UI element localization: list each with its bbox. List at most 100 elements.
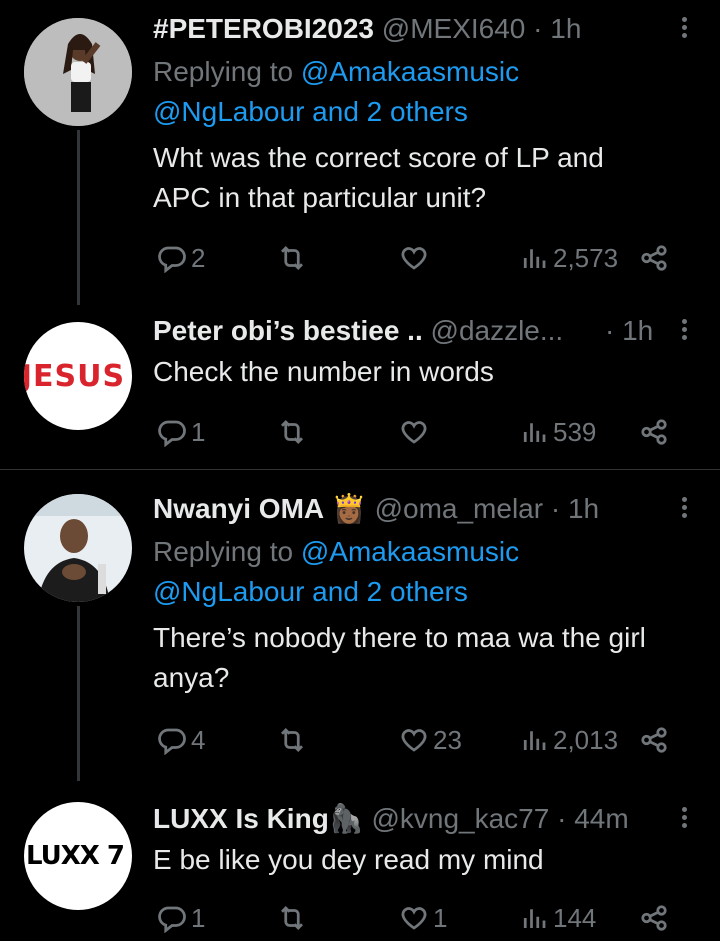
retweet-icon (277, 903, 307, 933)
reply-icon (157, 725, 187, 755)
action-bar: 2 2,573 (153, 238, 693, 278)
heart-icon (399, 243, 429, 273)
display-name[interactable]: LUXX Is King (153, 803, 329, 834)
reply-icon (157, 903, 187, 933)
display-name[interactable]: Peter obi’s bestiee .. (153, 315, 423, 346)
reply-icon (157, 417, 187, 447)
share-button[interactable] (639, 720, 669, 760)
tweet-text: E be like you dey read my mind (153, 840, 700, 880)
tweet-header: #PETEROBI2023 @MEXI640 · 1h (153, 12, 700, 46)
display-name[interactable]: Nwanyi OMA (153, 493, 324, 524)
more-options-icon[interactable] (674, 316, 694, 346)
views-icon (519, 243, 549, 273)
tweet-text-line: Wht was the correct score of LP and (153, 142, 604, 173)
mention-link[interactable]: @Amakaasmusic (301, 56, 519, 87)
thread-line (77, 606, 80, 781)
action-bar: 1 539 (153, 412, 693, 452)
action-bar: 4 23 2,013 (153, 720, 693, 760)
views-icon (519, 725, 549, 755)
reply-button[interactable]: 1 (157, 898, 205, 938)
mention-link[interactable]: @NgLabour and 2 others (153, 96, 468, 127)
retweet-icon (277, 417, 307, 447)
tweet-header: Peter obi’s bestiee .. @dazzle... · 1h (153, 314, 700, 348)
retweet-button[interactable] (277, 412, 311, 452)
reply-button[interactable]: 1 (157, 412, 205, 452)
retweet-button[interactable] (277, 238, 311, 278)
action-bar: 1 1 144 (153, 898, 693, 938)
reply-button[interactable]: 4 (157, 720, 205, 760)
like-button[interactable]: 1 (399, 898, 447, 938)
retweet-button[interactable] (277, 898, 311, 938)
mention-link[interactable]: @Amakaasmusic (301, 536, 519, 567)
tweet-text-line: Check the number in words (153, 356, 494, 387)
views-icon (519, 903, 549, 933)
like-button[interactable]: 23 (399, 720, 462, 760)
handle[interactable]: @dazzle... (431, 315, 564, 346)
view-count: 2,013 (553, 724, 619, 755)
reply-icon (157, 243, 187, 273)
handle[interactable]: @oma_melar (375, 493, 543, 524)
reply-count: 4 (191, 724, 206, 755)
tweet-header: LUXX Is King🦍 @kvng_kac77 · 44m (153, 802, 700, 836)
share-button[interactable] (639, 412, 669, 452)
more-options-icon[interactable] (674, 804, 694, 834)
tweet-4[interactable]: LUXX 7 LUXX Is King🦍 @kvng_kac77 · 44m E… (0, 780, 720, 941)
handle[interactable]: @kvng_kac77 (371, 803, 549, 834)
mention-link[interactable]: @NgLabour and 2 others (153, 576, 468, 607)
view-count: 539 (553, 416, 597, 447)
timestamp[interactable]: · 1h (605, 314, 653, 348)
avatar[interactable] (24, 494, 132, 602)
display-name[interactable]: #PETEROBI2023 (153, 13, 374, 44)
tweet-header: Nwanyi OMA 👸🏾 @oma_melar · 1h (153, 492, 700, 526)
heart-icon (399, 903, 429, 933)
reply-count: 1 (191, 416, 206, 447)
tweet-text: There’s nobody there to maa wa the girl … (153, 618, 700, 698)
tweet-2[interactable]: JESUS Peter obi’s bestiee .. @dazzle... … (0, 300, 720, 470)
views-button[interactable]: 539 (519, 412, 596, 452)
tweet-text-line: anya? (153, 662, 230, 693)
like-button[interactable] (399, 412, 433, 452)
replying-prefix: Replying to (153, 536, 301, 567)
share-icon (639, 903, 669, 933)
tweet-text: Check the number in words (153, 352, 700, 392)
share-button[interactable] (639, 898, 669, 938)
reply-button[interactable]: 2 (157, 238, 205, 278)
retweet-button[interactable] (277, 720, 311, 760)
avatar-text: LUXX 7 (26, 841, 125, 871)
timestamp[interactable]: · 44m (557, 803, 629, 834)
timestamp[interactable]: · 1h (551, 493, 599, 524)
timestamp[interactable]: · 1h (533, 13, 581, 44)
views-button[interactable]: 2,573 (519, 238, 618, 278)
share-icon (639, 725, 669, 755)
more-options-icon[interactable] (674, 14, 694, 44)
tweet-text-line: E be like you dey read my mind (153, 844, 544, 875)
heart-icon (399, 725, 429, 755)
share-icon (639, 243, 669, 273)
avatar[interactable]: LUXX 7 (24, 802, 132, 910)
retweet-icon (277, 725, 307, 755)
like-count: 1 (433, 902, 448, 933)
tweet-1[interactable]: #PETEROBI2023 @MEXI640 · 1h Replying to … (0, 0, 720, 305)
avatar-text: JESUS (24, 358, 126, 394)
views-button[interactable]: 144 (519, 898, 596, 938)
avatar[interactable] (24, 18, 132, 126)
replying-to: Replying to @Amakaasmusic @NgLabour and … (153, 52, 700, 132)
gorilla-emoji-icon: 🦍 (328, 803, 364, 834)
thread-line (77, 130, 80, 305)
views-button[interactable]: 2,013 (519, 720, 618, 760)
avatar[interactable]: JESUS (24, 322, 132, 430)
tweet-text-line: There’s nobody there to maa wa the girl (153, 622, 646, 653)
more-options-icon[interactable] (674, 494, 694, 524)
tweet-3[interactable]: Nwanyi OMA 👸🏾 @oma_melar · 1h Replying t… (0, 470, 720, 781)
like-button[interactable] (399, 238, 433, 278)
replying-prefix: Replying to (153, 56, 301, 87)
tweet-text: Wht was the correct score of LP and APC … (153, 138, 700, 218)
replying-to: Replying to @Amakaasmusic @NgLabour and … (153, 532, 700, 612)
reply-count: 2 (191, 242, 206, 273)
handle[interactable]: @MEXI640 (382, 13, 526, 44)
view-count: 2,573 (553, 242, 619, 273)
view-count: 144 (553, 902, 597, 933)
share-button[interactable] (639, 238, 669, 278)
heart-icon (399, 417, 429, 447)
share-icon (639, 417, 669, 447)
